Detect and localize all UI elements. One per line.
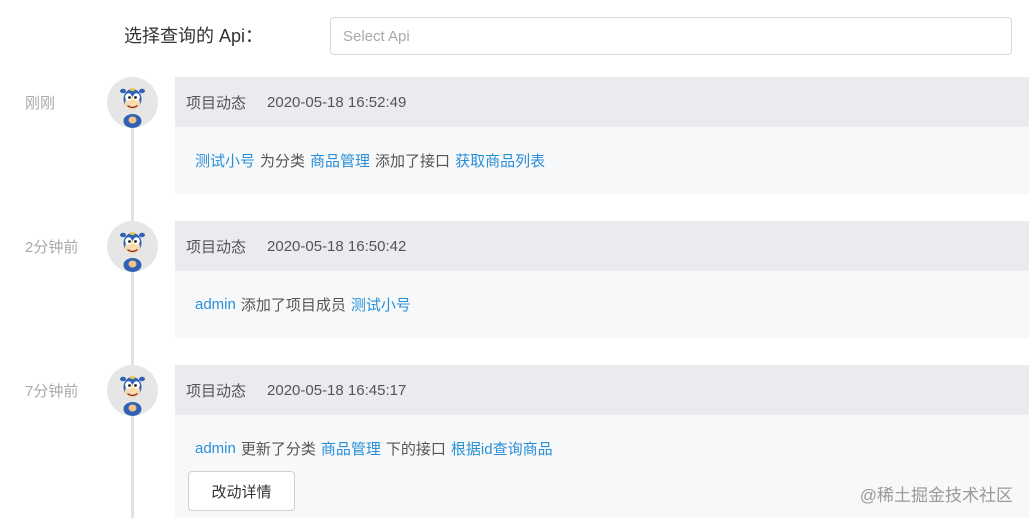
activity-card: 项目动态 2020-05-18 16:50:42 admin 添加了项目成员 测… <box>175 221 1029 338</box>
time-ago-label: 7分钟前 <box>25 383 79 400</box>
user-avatar[interactable] <box>107 77 158 128</box>
cartoon-cow-avatar-icon <box>120 231 145 272</box>
user-link[interactable]: admin <box>195 440 236 457</box>
api-link[interactable]: 获取商品列表 <box>455 150 545 171</box>
cartoon-cow-avatar-icon <box>120 375 145 416</box>
user-avatar[interactable] <box>107 365 158 416</box>
activity-page: 选择查询的 Api： 刚刚 项目动态 202 <box>0 0 1029 518</box>
card-header: 项目动态 2020-05-18 16:45:17 <box>175 365 1029 415</box>
activity-text: 更新了分类 <box>240 441 316 458</box>
activity-content: 测试小号 为分类 商品管理 添加了接口 获取商品列表 <box>175 127 1029 194</box>
api-filter-label: 选择查询的 Api： <box>124 26 264 46</box>
activity-type: 项目动态 <box>186 382 247 400</box>
activity-card: 项目动态 2020-05-18 16:52:49 测试小号 为分类 商品管理 添… <box>175 77 1029 194</box>
activity-text: 下的接口 <box>385 441 446 458</box>
change-details-button[interactable]: 改动详情 <box>188 471 295 511</box>
user-link[interactable]: 测试小号 <box>195 150 255 171</box>
api-link[interactable]: 根据id查询商品 <box>451 438 553 459</box>
cartoon-cow-avatar-icon <box>120 87 145 128</box>
activity-text: 为分类 <box>260 153 306 170</box>
card-header: 项目动态 2020-05-18 16:52:49 <box>175 77 1029 127</box>
timeline-line <box>131 120 134 518</box>
time-ago-label: 刚刚 <box>25 95 56 112</box>
watermark: @稀土掘金技术社区 <box>859 486 1013 505</box>
category-link[interactable]: 商品管理 <box>310 150 370 171</box>
card-header: 项目动态 2020-05-18 16:50:42 <box>175 221 1029 271</box>
user-avatar[interactable] <box>107 221 158 272</box>
activity-text: 添加了接口 <box>375 153 451 170</box>
category-link[interactable]: 商品管理 <box>321 438 381 459</box>
activity-type: 项目动态 <box>186 238 247 256</box>
activity-type: 项目动态 <box>186 94 247 112</box>
activity-content: admin 添加了项目成员 测试小号 <box>175 271 1029 338</box>
time-ago-label: 2分钟前 <box>25 239 79 256</box>
activity-text: 添加了项目成员 <box>240 297 346 314</box>
activity-timestamp: 2020-05-18 16:45:17 <box>267 381 407 399</box>
activity-timestamp: 2020-05-18 16:52:49 <box>267 93 407 111</box>
activity-content: admin 更新了分类 商品管理 下的接口 根据id查询商品 <box>175 415 1029 482</box>
user-link[interactable]: admin <box>195 296 236 313</box>
activity-timestamp: 2020-05-18 16:50:42 <box>267 237 407 255</box>
member-link[interactable]: 测试小号 <box>351 294 411 315</box>
api-select-input[interactable] <box>330 17 1012 55</box>
